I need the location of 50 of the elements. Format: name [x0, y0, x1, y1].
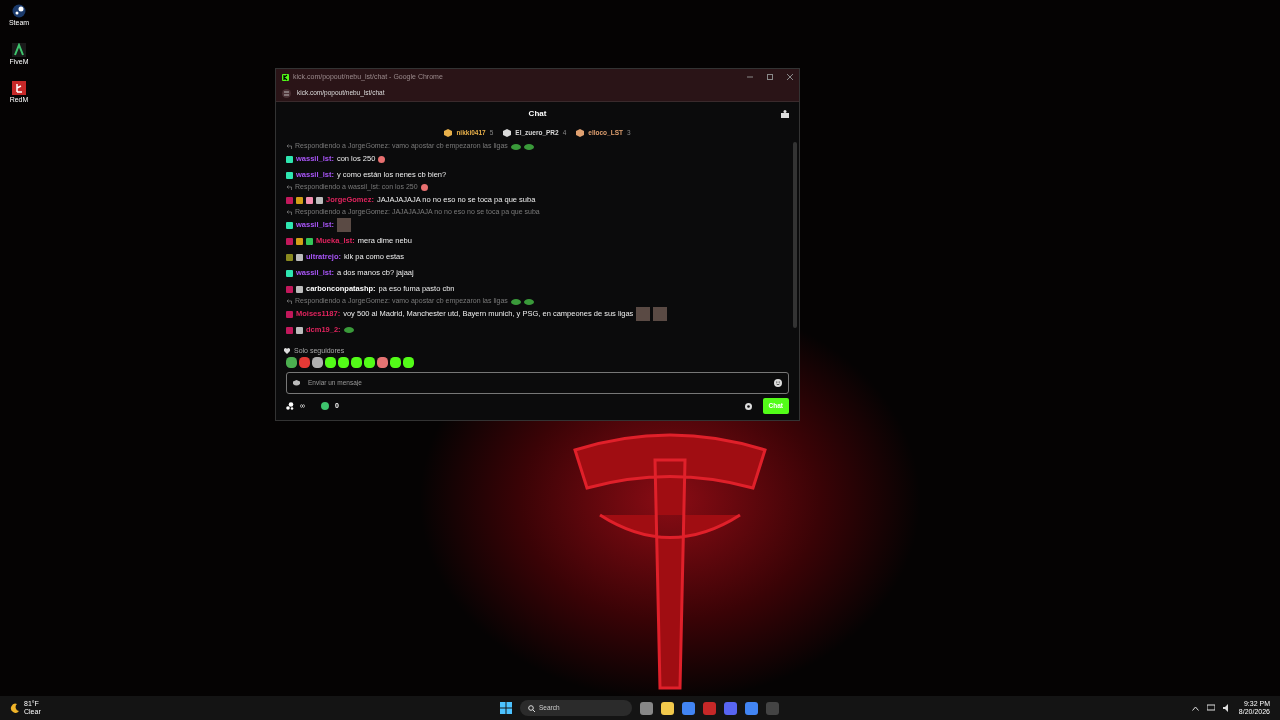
moon-icon[interactable] — [10, 703, 20, 713]
taskbar-app-icon[interactable] — [682, 701, 695, 715]
rank-badge-icon — [503, 129, 512, 137]
emote-icon — [343, 327, 354, 333]
maximize-icon[interactable] — [767, 74, 773, 80]
emote-icon — [420, 184, 428, 191]
emote-icon[interactable] — [390, 357, 401, 369]
emote-icon[interactable] — [351, 357, 362, 369]
emote-icon[interactable] — [364, 357, 375, 369]
close-icon[interactable] — [787, 74, 793, 80]
emote-icon — [378, 155, 386, 163]
emote-icon[interactable] — [403, 357, 414, 369]
search-icon — [528, 704, 535, 712]
emote-icon — [523, 298, 534, 305]
reply-arrow-icon — [286, 144, 292, 149]
taskbar-app-icon[interactable] — [745, 701, 758, 715]
windows-start-icon[interactable] — [500, 702, 512, 714]
emote-icon[interactable] — [312, 357, 323, 369]
chat-title: Chat — [528, 108, 547, 120]
emoji-icon[interactable] — [774, 379, 782, 388]
emote-icon[interactable] — [377, 357, 388, 369]
rank-badge-icon — [444, 129, 453, 137]
reply-arrow-icon — [286, 210, 292, 215]
emote-icon[interactable] — [286, 357, 297, 369]
site-settings-icon[interactable] — [282, 88, 291, 98]
reply-arrow-icon — [286, 185, 292, 190]
chevron-up-icon[interactable] — [1191, 705, 1199, 711]
rank-badge-icon — [576, 129, 585, 137]
redm-icon[interactable] — [12, 81, 26, 95]
kicks-coin-icon[interactable] — [321, 402, 329, 411]
emote-icon — [510, 298, 521, 305]
taskbar-app-icon[interactable] — [661, 701, 674, 715]
points-icon[interactable] — [286, 402, 294, 411]
network-icon[interactable] — [1206, 704, 1215, 712]
heart-icon — [284, 348, 290, 355]
scrollbar[interactable] — [793, 142, 797, 328]
kick-logo-icon — [282, 73, 289, 81]
emote-icon — [523, 143, 534, 150]
emote-image — [336, 218, 351, 232]
reply-arrow-icon — [286, 299, 292, 304]
steam-icon[interactable] — [12, 4, 26, 18]
emote-icon — [510, 143, 521, 150]
emote-icon[interactable] — [325, 357, 336, 369]
emote-icon[interactable] — [338, 357, 349, 369]
fivem-icon[interactable] — [12, 42, 26, 57]
emote-image — [653, 307, 668, 321]
emote-image — [636, 307, 651, 321]
users-icon[interactable] — [781, 110, 789, 118]
volume-icon[interactable] — [1222, 704, 1231, 712]
taskbar-app-icon[interactable] — [640, 701, 653, 715]
